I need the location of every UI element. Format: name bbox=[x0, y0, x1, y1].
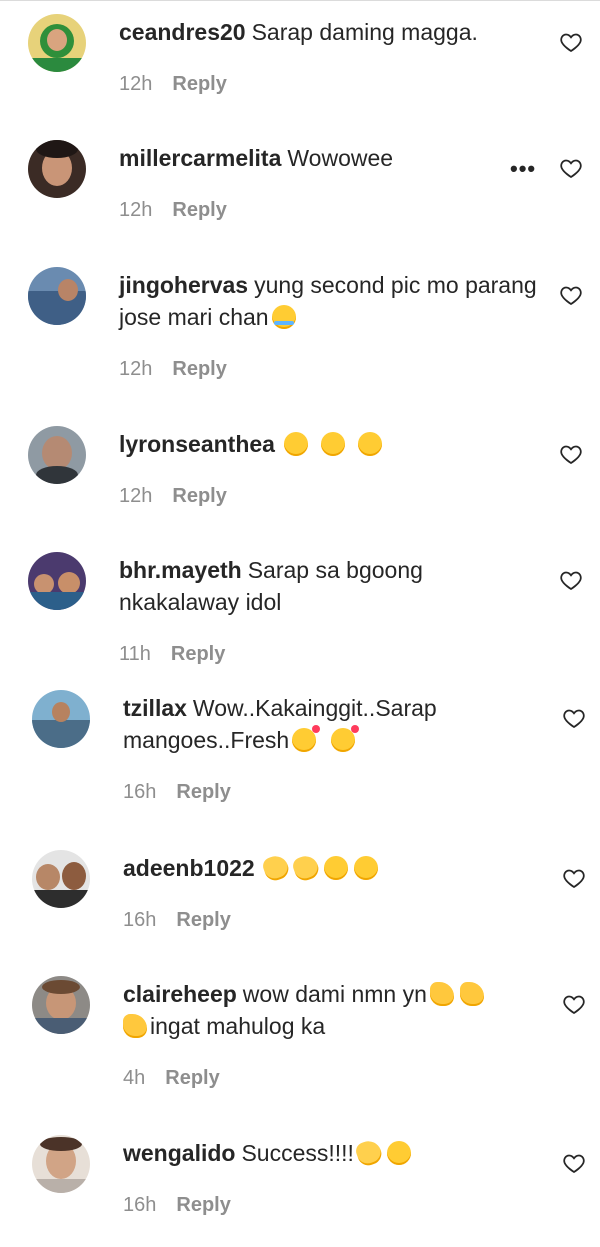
comment-username[interactable]: tzillax bbox=[123, 695, 187, 721]
thumbs-up-emoji bbox=[429, 982, 454, 1006]
reply-button[interactable]: Reply bbox=[172, 199, 226, 221]
thumbs-up-emoji bbox=[459, 982, 484, 1006]
comment-username[interactable]: bhr.mayeth bbox=[119, 557, 242, 583]
avatar[interactable] bbox=[28, 267, 86, 325]
comment-username[interactable]: wengalido bbox=[123, 1140, 235, 1166]
grinning-face-emoji bbox=[386, 1141, 411, 1165]
comment-meta: 12h Reply bbox=[119, 73, 227, 96]
reply-button[interactable]: Reply bbox=[172, 485, 226, 507]
reply-button[interactable]: Reply bbox=[171, 643, 225, 665]
comment-meta: 12h Reply bbox=[119, 485, 227, 508]
reply-button[interactable]: Reply bbox=[165, 1067, 219, 1089]
comment-text: millercarmelita Wowowee bbox=[119, 142, 539, 174]
clapping-hands-emoji bbox=[290, 852, 322, 884]
comment-text: ceandres20 Sarap daming magga. bbox=[119, 16, 539, 48]
smiling-face-emoji bbox=[353, 856, 378, 880]
comment-meta: 12h Reply bbox=[119, 358, 227, 381]
heart-outline-icon[interactable] bbox=[562, 866, 586, 890]
avatar[interactable] bbox=[32, 690, 90, 748]
comment-text: claireheep wow dami nmn yn ingat mahulog … bbox=[123, 978, 543, 1042]
comment-username[interactable]: lyronseanthea bbox=[119, 431, 275, 457]
comment-text: tzillax Wow..Kakainggit..Sarap mangoes..F… bbox=[123, 692, 543, 756]
heart-outline-icon[interactable] bbox=[559, 283, 583, 307]
tears-of-joy-emoji bbox=[271, 305, 296, 329]
comment-body: Wowowee bbox=[287, 145, 394, 171]
comment-text: jingohervas yung second pic mo parang jos… bbox=[119, 269, 539, 333]
top-divider bbox=[0, 0, 600, 1]
clapping-hands-emoji bbox=[260, 852, 292, 884]
avatar[interactable] bbox=[28, 140, 86, 198]
avatar[interactable] bbox=[32, 976, 90, 1034]
avatar[interactable] bbox=[28, 14, 86, 72]
reply-button[interactable]: Reply bbox=[172, 358, 226, 380]
comment-meta: 16h Reply bbox=[123, 909, 231, 932]
comment-time: 11h bbox=[119, 643, 151, 665]
avatar[interactable] bbox=[32, 1135, 90, 1193]
comment-time: 12h bbox=[119, 199, 153, 221]
avatar[interactable] bbox=[32, 850, 90, 908]
relieved-face-emoji bbox=[320, 432, 345, 456]
comment-meta: 4h Reply bbox=[123, 1067, 220, 1090]
heart-outline-icon[interactable] bbox=[559, 30, 583, 54]
avatar[interactable] bbox=[28, 426, 86, 484]
comment-time: 16h bbox=[123, 781, 157, 803]
heart-outline-icon[interactable] bbox=[559, 568, 583, 592]
comment-body: wow dami nmn yn bbox=[242, 981, 427, 1007]
smiling-face-emoji bbox=[323, 856, 348, 880]
heart-outline-icon[interactable] bbox=[562, 1151, 586, 1175]
reply-button[interactable]: Reply bbox=[176, 781, 230, 803]
comment-username[interactable]: millercarmelita bbox=[119, 145, 281, 171]
comment-time: 12h bbox=[119, 73, 153, 95]
relieved-face-emoji bbox=[283, 432, 308, 456]
comment-meta: 12h Reply bbox=[119, 199, 227, 222]
comment-text: lyronseanthea bbox=[119, 428, 539, 460]
reply-button[interactable]: Reply bbox=[172, 73, 226, 95]
heart-outline-icon[interactable] bbox=[559, 442, 583, 466]
comment-body: Sarap daming magga. bbox=[251, 19, 478, 45]
avatar[interactable] bbox=[28, 552, 86, 610]
heart-outline-icon[interactable] bbox=[559, 156, 583, 180]
reply-button[interactable]: Reply bbox=[176, 1194, 230, 1216]
comment-body: Success!!!! bbox=[241, 1140, 354, 1166]
comment-time: 16h bbox=[123, 1194, 157, 1216]
comment-text: adeenb1022 bbox=[123, 852, 543, 884]
comment-time: 12h bbox=[119, 485, 153, 507]
thumbs-up-emoji bbox=[123, 1014, 147, 1038]
smiling-face-with-hearts-emoji bbox=[292, 725, 321, 752]
comment-meta: 11h Reply bbox=[119, 643, 225, 666]
more-options-icon[interactable]: ••• bbox=[510, 156, 536, 182]
clapping-hands-emoji bbox=[353, 1137, 385, 1169]
comment-time: 16h bbox=[123, 909, 157, 931]
comment-username[interactable]: adeenb1022 bbox=[123, 855, 255, 881]
comment-meta: 16h Reply bbox=[123, 781, 231, 804]
comment-meta: 16h Reply bbox=[123, 1194, 231, 1217]
comment-text: bhr.mayeth Sarap sa bgoong nkakalaway ido… bbox=[119, 554, 539, 618]
comment-body-line2: ingat mahulog ka bbox=[150, 1013, 326, 1039]
comment-username[interactable]: ceandres20 bbox=[119, 19, 246, 45]
heart-outline-icon[interactable] bbox=[562, 992, 586, 1016]
comment-time: 12h bbox=[119, 358, 153, 380]
comment-time: 4h bbox=[123, 1067, 146, 1089]
relieved-face-emoji bbox=[357, 432, 382, 456]
smiling-face-with-hearts-emoji bbox=[331, 725, 360, 752]
comment-text: wengalido Success!!!! bbox=[123, 1137, 543, 1169]
comment-username[interactable]: claireheep bbox=[123, 981, 237, 1007]
heart-outline-icon[interactable] bbox=[562, 706, 586, 730]
reply-button[interactable]: Reply bbox=[176, 909, 230, 931]
comment-username[interactable]: jingohervas bbox=[119, 272, 248, 298]
